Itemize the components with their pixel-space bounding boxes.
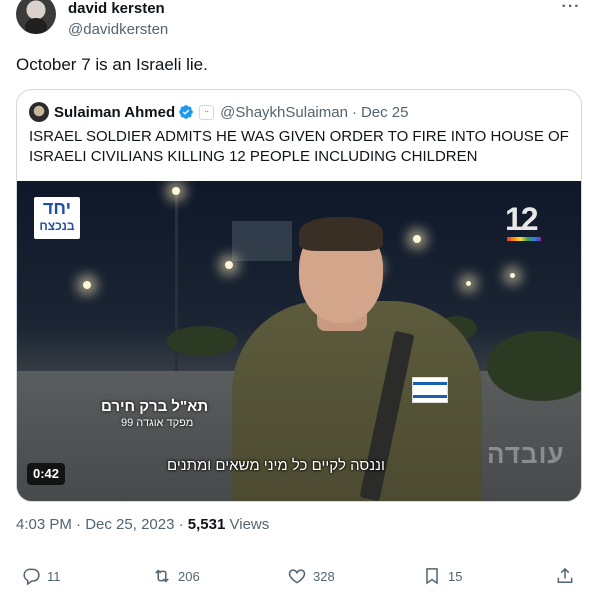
video-bush xyxy=(167,326,237,356)
action-bar: 11 206 328 15 xyxy=(16,565,582,589)
share-icon xyxy=(557,567,573,583)
heart-icon xyxy=(288,569,306,584)
channel-12-logo: 12 xyxy=(505,201,539,237)
separator-dot: · xyxy=(351,103,357,121)
video-player[interactable]: יחד בנכצח 12 תא"ל ברק חירם מפקד אוגדה 99… xyxy=(17,181,581,501)
author-avatar[interactable] xyxy=(16,0,56,34)
more-options-button[interactable]: ··· xyxy=(560,0,582,18)
quoted-tweet-text: ISRAEL SOLDIER ADMITS HE WAS GIVEN ORDER… xyxy=(29,128,569,165)
channel-12-rainbow-bar xyxy=(507,237,541,241)
program-watermark: עובדה xyxy=(487,439,565,469)
video-duration-badge: 0:42 xyxy=(27,463,66,485)
video-background-structure xyxy=(232,221,292,261)
like-count: 328 xyxy=(313,568,335,584)
video-light xyxy=(510,273,515,278)
video-caption-role: מפקד אוגדה 99 xyxy=(121,417,194,429)
tweet-time[interactable]: 4:03 PM xyxy=(16,516,72,533)
reply-button[interactable]: 11 xyxy=(21,565,61,587)
views-label: Views xyxy=(229,516,270,533)
bookmark-icon xyxy=(426,568,438,585)
separator-dot: · xyxy=(76,516,82,533)
reply-icon xyxy=(23,568,40,586)
views-count: 5,531 xyxy=(187,516,226,533)
repost-count: 206 xyxy=(178,568,200,584)
repost-icon xyxy=(155,569,169,583)
channel-logo-top-text: יחד xyxy=(42,198,72,218)
tweet-text: October 7 is an Israeli lie. xyxy=(16,55,208,74)
israel-flag-patch-icon xyxy=(412,377,448,403)
share-button[interactable] xyxy=(555,565,575,587)
channel-logo: יחד בנכצח xyxy=(34,197,80,239)
like-button[interactable]: 328 xyxy=(287,565,335,587)
tweet-metadata: 4:03 PM · Dec 25, 2023 · 5,531 Views xyxy=(16,516,269,533)
quoted-author-avatar[interactable] xyxy=(29,102,49,122)
separator-dot: · xyxy=(178,516,184,533)
video-light xyxy=(466,281,471,286)
verified-badge-icon xyxy=(179,105,193,119)
reply-count: 11 xyxy=(47,568,61,584)
affiliate-badge-icon: ꞏꞏ xyxy=(199,104,215,120)
tweet-date[interactable]: Dec 25, 2023 xyxy=(85,516,174,533)
repost-button[interactable]: 206 xyxy=(152,565,200,587)
bookmark-button[interactable]: 15 xyxy=(422,565,462,587)
bookmark-count: 15 xyxy=(448,568,463,584)
video-light xyxy=(83,281,91,289)
soldier-hair xyxy=(299,217,383,251)
quoted-tweet[interactable]: Sulaiman Ahmed ꞏꞏ @ShaykhSulaiman · Dec … xyxy=(16,89,582,502)
channel-logo-bottom-text: בנכצח xyxy=(39,219,75,233)
author-handle[interactable]: @davidkersten xyxy=(68,21,168,38)
quoted-author-handle[interactable]: @ShaykhSulaiman xyxy=(220,104,348,121)
author-row: david kersten @davidkersten ··· xyxy=(16,0,582,42)
quoted-tweet-header: Sulaiman Ahmed ꞏꞏ @ShaykhSulaiman · Dec … xyxy=(29,102,408,122)
author-name[interactable]: david kersten xyxy=(68,0,165,17)
video-light xyxy=(413,235,421,243)
video-light xyxy=(225,261,233,269)
quoted-author-name[interactable]: Sulaiman Ahmed xyxy=(54,104,175,121)
video-light xyxy=(172,187,180,195)
video-caption-name: תא"ל ברק חירם xyxy=(101,398,209,415)
quoted-tweet-date[interactable]: Dec 25 xyxy=(361,104,409,121)
video-subtitle: וננסה לקיים כל מיני משאים ומתנים xyxy=(167,457,385,474)
